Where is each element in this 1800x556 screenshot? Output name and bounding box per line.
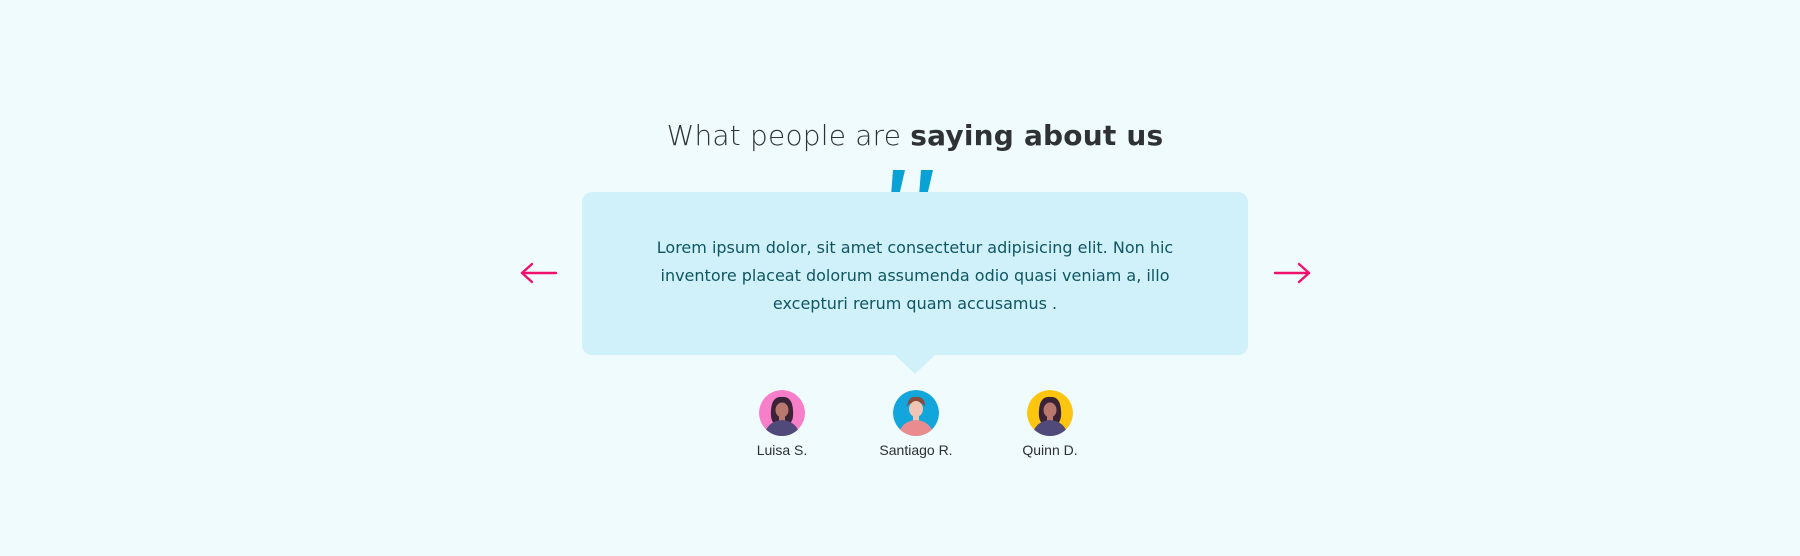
prev-button[interactable] (519, 258, 559, 288)
person-name: Santiago R. (879, 442, 953, 458)
section-heading: What people are saying about us (0, 119, 1800, 152)
arrow-left-icon (520, 262, 558, 284)
avatar (759, 390, 805, 436)
person-name: Quinn D. (1022, 442, 1078, 458)
next-button[interactable] (1272, 258, 1312, 288)
person-name: Luisa S. (756, 442, 808, 458)
testimonial-bubble: Lorem ipsum dolor, sit amet consectetur … (582, 192, 1248, 374)
heading-bold-text: saying about us (910, 119, 1164, 153)
avatar (893, 390, 939, 436)
person-luisa[interactable]: Luisa S. (727, 390, 837, 458)
person-santiago[interactable]: Santiago R. (861, 390, 971, 458)
testimonial-text: Lorem ipsum dolor, sit amet consectetur … (656, 238, 1174, 313)
person-quinn[interactable]: Quinn D. (995, 390, 1105, 458)
heading-light-text: What people are (666, 119, 902, 153)
avatar (1027, 390, 1073, 436)
arrow-right-icon (1273, 262, 1311, 284)
